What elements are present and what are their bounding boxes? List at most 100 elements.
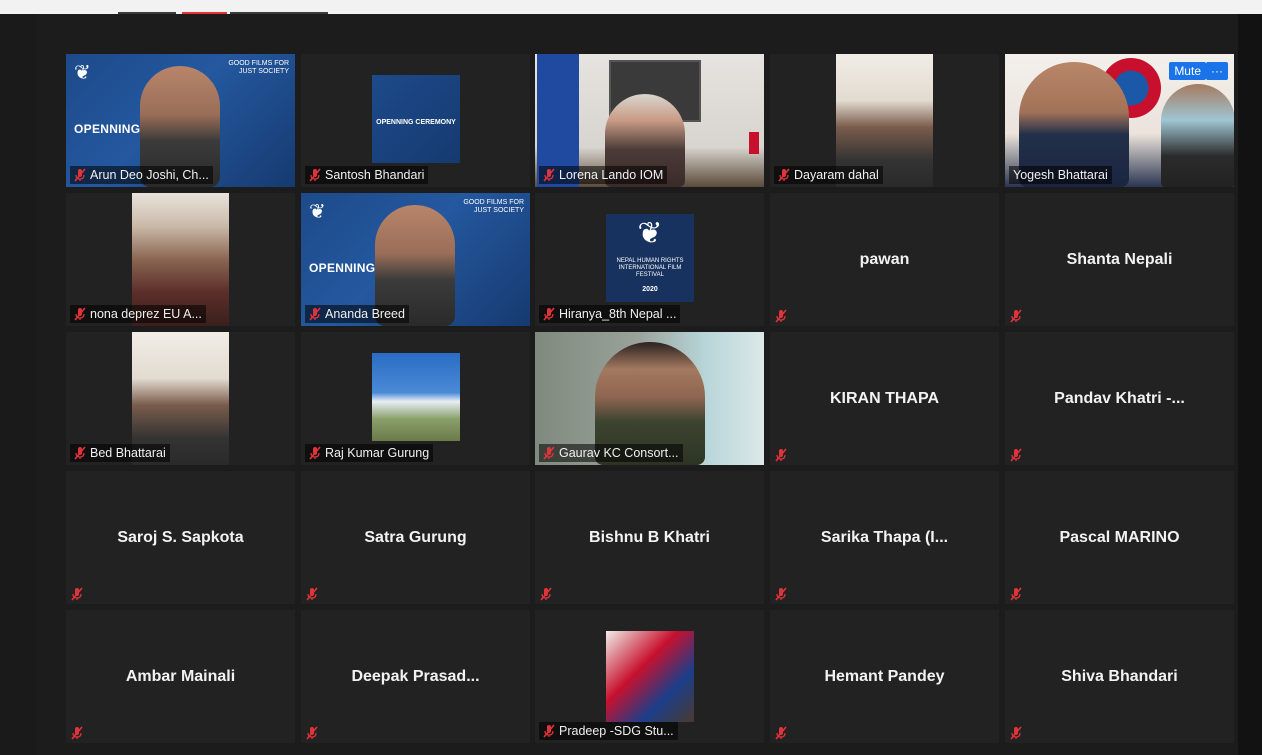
participant-tile[interactable]: Sarika Thapa (I...	[770, 471, 999, 604]
participant-status	[70, 726, 84, 740]
participant-tile[interactable]: OPENNING CEREMONY Santosh Bhandari	[301, 54, 530, 187]
participant-status	[1009, 448, 1023, 462]
participant-name: Pascal MARINO	[1059, 528, 1180, 546]
participant-status	[1009, 726, 1023, 740]
participant-tile[interactable]: Raj Kumar Gurung	[301, 332, 530, 465]
logo-text: NEPAL HUMAN RIGHTS INTERNATIONAL FILM FE…	[616, 258, 684, 278]
mic-muted-icon	[539, 587, 553, 601]
participant-name: Shanta Nepali	[1066, 250, 1173, 268]
participant-tile[interactable]: Shanta Nepali	[1005, 193, 1234, 326]
mic-muted-icon	[1009, 726, 1023, 740]
participant-status	[305, 587, 319, 601]
mic-muted-icon	[70, 587, 84, 601]
mute-button[interactable]: Mute	[1169, 62, 1206, 80]
participant-status	[1009, 587, 1023, 601]
mic-muted-icon	[308, 307, 322, 321]
participant-name-label: Santosh Bhandari	[305, 166, 429, 184]
mic-muted-icon	[305, 726, 319, 740]
participant-tile[interactable]: ❦GOOD FILMS FOR JUST SOCIETYOPENNING CER…	[66, 54, 295, 187]
mic-muted-icon	[542, 446, 556, 460]
participant-tile[interactable]: Gaurav KC Consort...	[535, 332, 764, 465]
participant-name: nona deprez EU A...	[90, 307, 202, 321]
participant-tile[interactable]: Pascal MARINO	[1005, 471, 1234, 604]
participant-tile[interactable]: Pradeep -SDG Stu...	[535, 610, 764, 743]
participant-tile[interactable]: Shiva Bhandari	[1005, 610, 1234, 743]
participant-name: Saroj S. Sapkota	[117, 528, 244, 546]
participant-tile[interactable]: Saroj S. Sapkota	[66, 471, 295, 604]
participant-name: Hemant Pandey	[824, 667, 945, 685]
mic-muted-icon	[308, 168, 322, 182]
festival-logo-icon: ❦	[309, 201, 326, 223]
camera-frame	[372, 353, 460, 441]
participant-name: Arun Deo Joshi, Ch...	[90, 168, 209, 182]
participant-status	[305, 726, 319, 740]
mic-muted-icon	[1009, 309, 1023, 323]
poster-brand-text: GOOD FILMS FOR JUST SOCIETY	[463, 199, 524, 214]
flag-icon	[749, 132, 759, 154]
participant-name: Shiva Bhandari	[1061, 667, 1178, 685]
participant-tile[interactable]: Bishnu B Khatri	[535, 471, 764, 604]
participant-tile[interactable]: Satra Gurung	[301, 471, 530, 604]
participant-tile[interactable]: Pandav Khatri -...	[1005, 332, 1234, 465]
participant-name-label: Yogesh Bhattarai	[1009, 166, 1112, 184]
poster-title-text: OPENNING CEREMONY	[376, 119, 456, 126]
mic-muted-icon	[73, 168, 87, 182]
mic-muted-icon	[542, 724, 556, 738]
mic-muted-icon	[73, 446, 87, 460]
poster-brand-text: GOOD FILMS FOR JUST SOCIETY	[228, 60, 289, 75]
scroll-edge	[1238, 14, 1262, 755]
participant-name: Ananda Breed	[325, 307, 405, 321]
festival-logo-icon: ❦	[74, 62, 91, 84]
participant-tile[interactable]: nona deprez EU A...	[66, 193, 295, 326]
participant-name-label: Lorena Lando IOM	[539, 166, 668, 184]
shared-poster: OPENNING CEREMONY	[372, 75, 460, 163]
participant-tile[interactable]: Dayaram dahal	[770, 54, 999, 187]
camera-frame	[606, 631, 694, 722]
participant-name-label: Gaurav KC Consort...	[539, 444, 683, 462]
participant-tile[interactable]: Lorena Lando IOM	[535, 54, 764, 187]
participant-tile[interactable]: Ambar Mainali	[66, 610, 295, 743]
mic-muted-icon	[542, 307, 556, 321]
participant-name: Raj Kumar Gurung	[325, 446, 430, 460]
participant-name: Pandav Khatri -...	[1054, 389, 1185, 407]
more-options-button[interactable]: ···	[1206, 62, 1228, 80]
participant-name: Hiranya_8th Nepal ...	[559, 307, 677, 321]
participant-name: Yogesh Bhattarai	[1013, 168, 1108, 182]
mic-muted-icon	[777, 168, 791, 182]
mic-muted-icon	[774, 309, 788, 323]
participant-name: Ambar Mainali	[125, 667, 236, 685]
window-top-bar	[0, 0, 1262, 15]
participant-tile[interactable]: Yogesh Bhattarai Mute ···	[1005, 54, 1234, 187]
participant-status	[774, 587, 788, 601]
participant-tile[interactable]: pawan	[770, 193, 999, 326]
participant-silhouette	[1161, 84, 1234, 187]
mic-muted-icon	[774, 726, 788, 740]
participant-name: Deepak Prasad...	[351, 667, 480, 685]
participant-status	[774, 448, 788, 462]
participant-name-label: Bed Bhattarai	[70, 444, 170, 462]
participant-name-label: Dayaram dahal	[774, 166, 883, 184]
mic-muted-icon	[308, 446, 322, 460]
participant-tile[interactable]: ❦GOOD FILMS FOR JUST SOCIETYOPENNING CER…	[301, 193, 530, 326]
participant-name: Lorena Lando IOM	[559, 168, 664, 182]
mic-muted-icon	[774, 587, 788, 601]
participant-status	[539, 587, 553, 601]
mic-muted-icon	[70, 726, 84, 740]
mic-muted-icon	[1009, 587, 1023, 601]
participant-name: KIRAN THAPA	[829, 389, 940, 407]
participant-tile[interactable]: Deepak Prasad...	[301, 610, 530, 743]
gallery-view: ❦ GOOD FILMS FOR JUST SOCIETY OPENNING CER…	[36, 14, 1262, 755]
participant-tile[interactable]: ❦ NEPAL HUMAN RIGHTS INTERNATIONAL FILM F…	[535, 193, 764, 326]
dove-icon: ❦	[637, 217, 663, 250]
participant-name: Pradeep -SDG Stu...	[559, 724, 674, 738]
participant-name: Sarika Thapa (I...	[820, 528, 949, 546]
participant-tile[interactable]: Hemant Pandey	[770, 610, 999, 743]
participant-status	[774, 726, 788, 740]
participant-name-label: Hiranya_8th Nepal ...	[539, 305, 681, 323]
mic-muted-icon	[1009, 448, 1023, 462]
participant-tile[interactable]: Bed Bhattarai	[66, 332, 295, 465]
participant-name-label: Ananda Breed	[305, 305, 409, 323]
participant-tile[interactable]: KIRAN THAPA	[770, 332, 999, 465]
participant-name: Bishnu B Khatri	[589, 528, 710, 546]
participant-status	[70, 587, 84, 601]
